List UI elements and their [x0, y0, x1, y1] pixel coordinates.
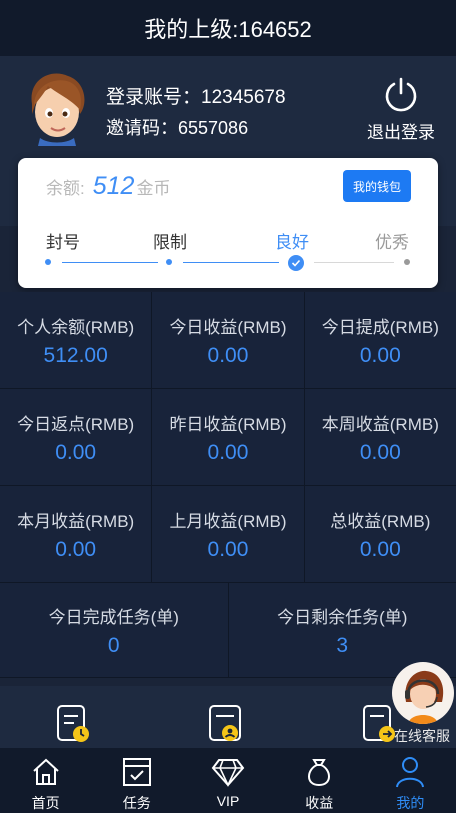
top-bar: 我的上级:164652 — [0, 0, 456, 56]
wallet-card: 余额: 512 金币 我的钱包 封号 限制 良好 优秀 — [18, 158, 438, 288]
account-number: 登录账号：12345678 — [106, 87, 286, 108]
home-icon — [32, 758, 59, 785]
tab-task-label: 任务 — [122, 795, 151, 811]
task-icon — [122, 758, 151, 786]
stat-cell: 今日收益(RMB) 0.00 — [152, 292, 305, 388]
stat-label: 总收益(RMB) — [330, 511, 431, 531]
diamond-icon — [211, 759, 245, 787]
tab-earnings[interactable]: 收益 — [274, 748, 365, 813]
stat-label: 昨日收益(RMB) — [169, 414, 287, 434]
stat-value: 0.00 — [207, 440, 249, 464]
stat-label: 本周收益(RMB) — [321, 414, 439, 434]
stat-value: 0.00 — [207, 343, 249, 367]
task-stat-label: 今日剩余任务(单) — [277, 607, 408, 627]
tab-mine-label: 我的 — [396, 795, 425, 811]
level-dot-excellent — [404, 259, 410, 265]
invite-code: 邀请码：6557086 — [106, 118, 249, 138]
tab-home-label: 首页 — [31, 795, 60, 811]
online-service-button[interactable]: 在线客服 — [392, 662, 454, 744]
balance-unit: 金币 — [136, 179, 171, 198]
online-service-label: 在线客服 — [394, 728, 450, 744]
stat-label: 本月收益(RMB) — [17, 511, 135, 531]
stat-label: 今日收益(RMB) — [169, 317, 287, 337]
task-clock-icon[interactable] — [56, 704, 92, 749]
my-wallet-button[interactable]: 我的钱包 — [343, 170, 411, 202]
stats-grid: 个人余额(RMB) 512.00 今日收益(RMB) 0.00 今日提成(RMB… — [0, 292, 456, 678]
stat-label: 今日返点(RMB) — [17, 414, 135, 434]
bottom-tab-bar: 首页 任务 VIP 收益 我的 — [0, 748, 456, 813]
stat-value: 0.00 — [359, 343, 401, 367]
stat-cell: 个人余额(RMB) 512.00 — [0, 292, 153, 388]
page-title: 我的上级:164652 — [144, 17, 312, 42]
tab-earnings-label: 收益 — [305, 795, 334, 811]
avatar[interactable] — [20, 70, 92, 146]
stat-value: 0.00 — [359, 440, 401, 464]
level-banned: 封号 — [46, 233, 80, 252]
customer-service-icon — [392, 662, 454, 724]
stat-cell: 本月收益(RMB) 0.00 — [0, 486, 153, 582]
user-icon — [396, 757, 425, 788]
level-good: 良好 — [275, 233, 309, 252]
stat-cell: 昨日收益(RMB) 0.00 — [152, 389, 305, 485]
stat-value: 0.00 — [359, 537, 401, 561]
tab-home[interactable]: 首页 — [0, 748, 91, 813]
level-track-1 — [62, 262, 158, 263]
power-icon — [385, 77, 417, 112]
balance-label: 余额: — [46, 179, 85, 198]
level-limited: 限制 — [153, 233, 187, 252]
tab-task[interactable]: 任务 — [91, 748, 182, 813]
task-stat-value: 0 — [107, 633, 120, 657]
money-bag-icon — [308, 759, 331, 787]
stat-value: 0.00 — [55, 440, 97, 464]
level-dot-limited — [166, 259, 172, 265]
stat-value: 0.00 — [55, 537, 97, 561]
level-excellent: 优秀 — [375, 233, 409, 252]
stat-cell: 今日返点(RMB) 0.00 — [0, 389, 153, 485]
stat-cell: 本周收益(RMB) 0.00 — [304, 389, 456, 485]
task-shortcuts — [0, 686, 456, 748]
logout-button[interactable]: 退出登录 — [364, 76, 438, 143]
logout-label: 退出登录 — [367, 123, 435, 142]
stat-value: 0.00 — [207, 537, 249, 561]
tab-vip[interactable]: VIP — [182, 748, 273, 813]
stat-label: 上月收益(RMB) — [169, 511, 287, 531]
level-dot-banned — [45, 259, 51, 265]
stat-label: 今日提成(RMB) — [321, 317, 439, 337]
balance: 余额: 512 金币 — [46, 172, 170, 201]
stat-label: 个人余额(RMB) — [17, 317, 135, 337]
stat-value: 512.00 — [43, 343, 108, 367]
stat-cell: 总收益(RMB) 0.00 — [304, 486, 456, 582]
task-user-icon[interactable] — [208, 704, 244, 749]
tab-mine[interactable]: 我的 — [365, 748, 456, 813]
stat-cell: 上月收益(RMB) 0.00 — [152, 486, 305, 582]
stat-cell: 今日提成(RMB) 0.00 — [304, 292, 456, 388]
level-track-3 — [314, 262, 394, 263]
level-current-check-icon — [288, 255, 304, 271]
task-stat-cell: 今日完成任务(单) 0 — [0, 583, 229, 677]
level-track-2 — [183, 262, 279, 263]
balance-value: 512 — [92, 172, 135, 200]
tab-vip-label: VIP — [216, 793, 240, 809]
task-stat-value: 3 — [336, 633, 349, 657]
task-stat-label: 今日完成任务(单) — [48, 607, 179, 627]
